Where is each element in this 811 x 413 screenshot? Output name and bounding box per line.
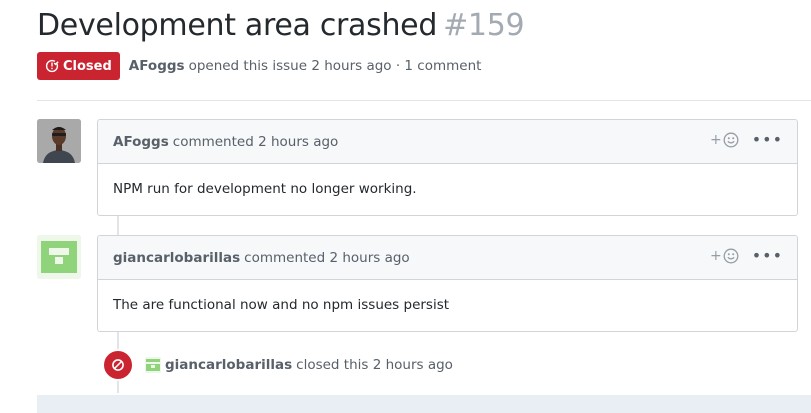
comment-timestamp[interactable]: commented 2 hours ago — [244, 250, 410, 266]
comment-author-link[interactable]: giancarlobarillas — [113, 250, 240, 266]
add-reaction-button[interactable]: + — [710, 248, 739, 264]
avatar[interactable] — [37, 119, 81, 163]
plus-icon: + — [709, 132, 722, 148]
issue-meta: Closed AFoggs opened this issue 2 hours … — [37, 52, 481, 80]
comment-header: giancarlobarillas commented 2 hours ago … — [98, 236, 797, 280]
plus-icon: + — [709, 248, 722, 264]
state-badge: Closed — [37, 52, 120, 80]
more-options-button[interactable]: ••• — [752, 248, 783, 264]
comment-body: The are functional now and no npm issues… — [113, 297, 450, 313]
issue-opened-text: opened this issue 2 hours ago · 1 commen… — [188, 58, 482, 74]
timeline-event-closed: giancarlobarillas closed this 2 hours ag… — [102, 349, 453, 381]
smiley-icon — [723, 248, 739, 264]
comment: giancarlobarillas commented 2 hours ago … — [97, 235, 798, 332]
avatar[interactable] — [37, 235, 81, 279]
comment-timestamp[interactable]: commented 2 hours ago — [173, 134, 339, 150]
more-options-button[interactable]: ••• — [752, 132, 783, 148]
issue-author-link[interactable]: AFoggs — [129, 58, 185, 74]
issue-title-row: Development area crashed #159 — [37, 8, 525, 43]
circle-slash-icon — [112, 359, 124, 371]
add-reaction-button[interactable]: + — [710, 132, 739, 148]
issue-closed-icon — [45, 59, 59, 73]
header-divider — [37, 100, 811, 101]
event-author-link[interactable]: giancarlobarillas — [165, 357, 292, 373]
identicon-avatar — [37, 235, 81, 279]
state-label: Closed — [63, 58, 112, 74]
issue-title: Development area crashed — [37, 8, 438, 43]
comment-author-link[interactable]: AFoggs — [113, 134, 169, 150]
bottom-panel — [37, 395, 811, 413]
comment-actions: + ••• — [710, 132, 783, 149]
comment-body: NPM run for development no longer workin… — [113, 181, 417, 197]
smiley-icon — [723, 132, 739, 148]
comment-actions: + ••• — [710, 248, 783, 265]
event-avatar[interactable] — [145, 357, 161, 373]
closed-event-badge — [102, 349, 134, 381]
comment-header: AFoggs commented 2 hours ago + ••• — [98, 120, 797, 164]
identicon-icon — [145, 357, 161, 373]
comment: AFoggs commented 2 hours ago + ••• NPM r… — [97, 119, 798, 216]
user-photo-avatar — [37, 119, 81, 163]
event-text: closed this 2 hours ago — [296, 357, 453, 373]
issue-number: #159 — [443, 8, 525, 43]
